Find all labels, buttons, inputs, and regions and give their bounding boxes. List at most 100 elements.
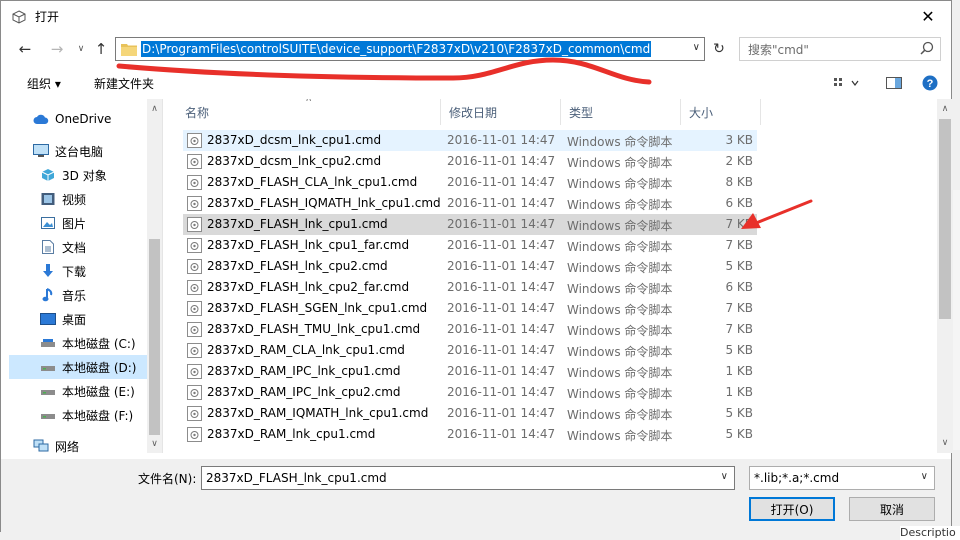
file-type: Windows 命令脚本 [567,324,673,338]
scroll-down-icon[interactable]: ∨ [147,436,162,451]
sidebar-item-label: 本地磁盘 (D:) [62,360,137,375]
file-date: 2016-11-01 14:47 [447,133,556,147]
filter-value: *.lib;*.a;*.cmd [754,471,840,485]
sidebar-item-videos[interactable]: 视频 [9,187,149,211]
sidebar-item-this-pc[interactable]: 这台电脑 [9,139,149,163]
sidebar-item-drive-f[interactable]: 本地磁盘 (F:) [9,403,149,427]
sort-ascending-icon: ∧ [305,99,312,104]
sidebar-item-pictures[interactable]: 图片 [9,211,149,235]
cmd-file-icon [187,217,202,232]
file-row[interactable]: 2837xD_RAM_IPC_lnk_cpu1.cmd 2016-11-01 14… [183,361,757,382]
cmd-file-icon [187,196,202,211]
search-input[interactable]: 搜索"cmd" [739,37,941,61]
sidebar-item-onedrive[interactable]: OneDrive [9,107,149,131]
file-type: Windows 命令脚本 [567,156,673,170]
filename-input[interactable]: 2837xD_FLASH_lnk_cpu1.cmd ∨ [201,466,735,490]
file-date: 2016-11-01 14:47 [447,301,556,315]
view-options-icon[interactable] [829,73,867,93]
sidebar-item-music[interactable]: 音乐 [9,283,149,307]
file-row[interactable]: 2837xD_FLASH_IQMATH_lnk_cpu1.cmd 2016-11-… [183,193,757,214]
file-name: 2837xD_FLASH_lnk_cpu1_far.cmd [207,238,410,252]
address-path[interactable]: D:\ProgramFiles\controlSUITE\device_supp… [141,41,652,57]
file-date: 2016-11-01 14:47 [447,154,556,168]
preview-pane-icon[interactable] [883,73,905,93]
cmd-file-icon [187,364,202,379]
sidebar-item-label: 桌面 [62,312,87,327]
sidebar-item-drive-c[interactable]: 本地磁盘 (C:) [9,331,149,355]
address-dropdown-icon[interactable]: ∨ [693,42,700,53]
sidebar-item-desktop[interactable]: 桌面 [9,307,149,331]
sidebar-item-3d-objects[interactable]: 3D 对象 [9,163,149,187]
file-size: 7 KB [725,217,753,231]
file-row[interactable]: 2837xD_FLASH_lnk_cpu1_far.cmd 2016-11-01 … [183,235,757,256]
back-arrow-icon[interactable]: ← [15,38,35,60]
file-row[interactable]: 2837xD_RAM_lnk_cpu1.cmd 2016-11-01 14:47 W… [183,424,757,445]
sidebar-item-downloads[interactable]: 下载 [9,259,149,283]
sidebar-scrollbar[interactable]: ∧ ∨ [147,99,162,453]
file-row[interactable]: 2837xD_FLASH_CLA_lnk_cpu1.cmd 2016-11-01 … [183,172,757,193]
file-size: 5 KB [725,427,753,441]
new-folder-button[interactable]: 新建文件夹 [94,75,154,92]
filter-dropdown-icon[interactable]: ∨ [921,471,928,482]
drive-icon [40,335,56,351]
file-row[interactable]: 2837xD_RAM_IQMATH_lnk_cpu1.cmd 2016-11-01… [183,403,757,424]
sidebar-item-network[interactable]: 网络 [9,434,149,453]
sidebar-item-label: 本地磁盘 (E:) [62,384,135,399]
file-type-filter[interactable]: *.lib;*.a;*.cmd ∨ [749,466,935,490]
file-row[interactable]: 2837xD_FLASH_TMU_lnk_cpu1.cmd 2016-11-01 … [183,319,757,340]
file-row[interactable]: 2837xD_FLASH_lnk_cpu2_far.cmd 2016-11-01 … [183,277,757,298]
cube-icon [40,167,56,183]
filename-label: 文件名(N): [138,472,197,486]
cancel-button[interactable]: 取消 [849,497,935,521]
picture-icon [40,215,56,231]
file-row[interactable]: 2837xD_FLASH_lnk_cpu2.cmd 2016-11-01 14:4… [183,256,757,277]
scroll-down-icon[interactable]: ∨ [937,435,953,451]
svg-text:?: ? [927,78,934,90]
file-type: Windows 命令脚本 [567,366,673,380]
cmd-file-icon [187,343,202,358]
file-row[interactable]: 2837xD_dcsm_lnk_cpu1.cmd 2016-11-01 14:47… [183,130,757,151]
address-bar[interactable]: D:\ProgramFiles\controlSUITE\device_supp… [115,37,705,61]
scrollbar-thumb[interactable] [939,119,951,319]
file-row[interactable]: 2837xD_RAM_IPC_lnk_cpu2.cmd 2016-11-01 14… [183,382,757,403]
file-type: Windows 命令脚本 [567,135,673,149]
open-button[interactable]: 打开(O) [749,497,835,521]
scroll-up-icon[interactable]: ∧ [937,101,953,117]
scrollbar-thumb[interactable] [149,239,160,435]
file-size: 5 KB [725,406,753,420]
scroll-up-icon[interactable]: ∧ [147,101,162,116]
column-header-type[interactable]: 类型 [561,99,681,125]
organize-menu[interactable]: 组织 ▾ [27,75,61,92]
file-date: 2016-11-01 14:47 [447,238,556,252]
sidebar-item-drive-e[interactable]: 本地磁盘 (E:) [9,379,149,403]
file-row[interactable]: 2837xD_RAM_CLA_lnk_cpu1.cmd 2016-11-01 14… [183,340,757,361]
refresh-icon[interactable]: ↻ [709,38,729,60]
sidebar-item-label: 视频 [62,192,87,207]
search-icon[interactable] [920,41,934,58]
file-type: Windows 命令脚本 [567,429,673,443]
sidebar-item-drive-d[interactable]: 本地磁盘 (D:) [9,355,149,379]
file-list-scrollbar[interactable]: ∧ ∨ [937,99,953,453]
network-icon [33,438,49,453]
app-cube-icon [11,9,27,25]
column-header-size[interactable]: 大小 [681,99,761,125]
file-type: Windows 命令脚本 [567,219,673,233]
sidebar-item-label: OneDrive [55,112,112,126]
up-arrow-icon[interactable]: ↑ [91,38,111,60]
navigation-pane: OneDrive 这台电脑 3D 对象 视频 图片 文档 下载 音乐 桌面 本地… [9,99,163,453]
file-row[interactable]: 2837xD_FLASH_lnk_cpu1.cmd 2016-11-01 14:4… [183,214,757,235]
file-name: 2837xD_RAM_IQMATH_lnk_cpu1.cmd [207,406,429,420]
file-row[interactable]: 2837xD_FLASH_SGEN_lnk_cpu1.cmd 2016-11-01… [183,298,757,319]
file-row[interactable]: 2837xD_dcsm_lnk_cpu2.cmd 2016-11-01 14:47… [183,151,757,172]
column-header-name[interactable]: ∧ 名称 [177,99,441,125]
file-list-pane: ∧ 名称 修改日期 类型 大小 2837xD_dcsm_lnk_cpu1.cmd… [177,99,953,453]
sidebar-item-documents[interactable]: 文档 [9,235,149,259]
column-header-date[interactable]: 修改日期 [441,99,561,125]
filename-dropdown-icon[interactable]: ∨ [721,471,728,482]
cmd-file-icon [187,259,202,274]
help-icon[interactable]: ? [919,73,941,93]
close-icon[interactable]: ✕ [905,1,951,32]
file-size: 7 KB [725,322,753,336]
forward-arrow-icon[interactable]: → [47,38,67,60]
recent-locations-chevron-icon[interactable]: ∨ [71,38,91,60]
